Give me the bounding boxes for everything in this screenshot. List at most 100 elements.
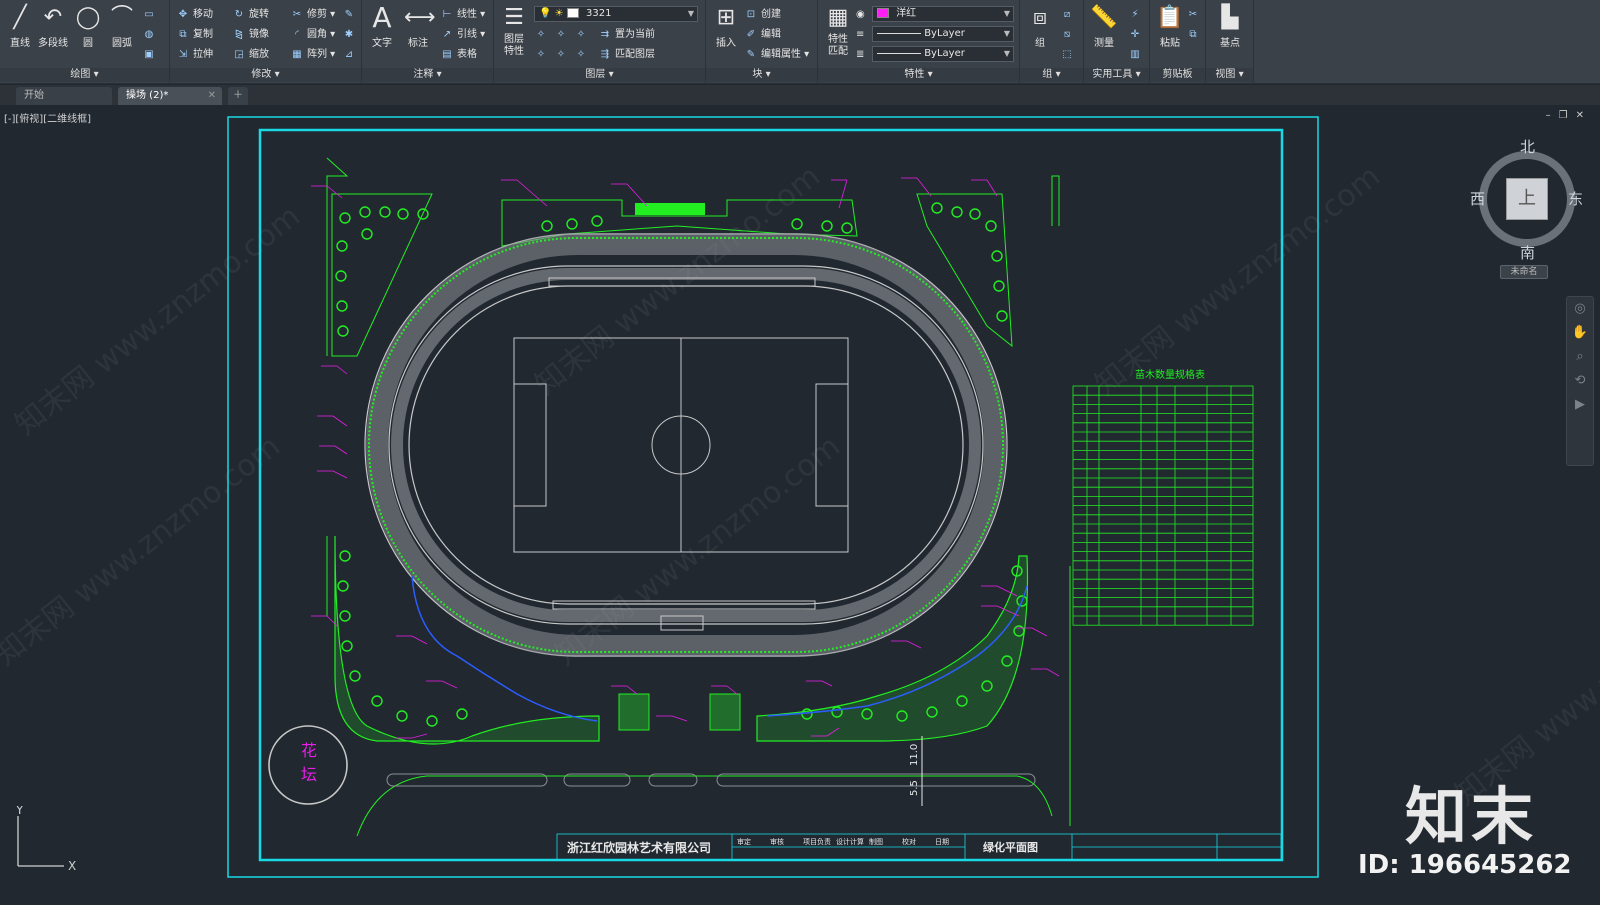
measure-button[interactable]: 📏 测量	[1086, 4, 1122, 60]
orbit-icon[interactable]: ⟲	[1567, 369, 1593, 393]
calculator-button[interactable]: ▥	[1128, 46, 1145, 64]
tree-symbol	[841, 222, 853, 234]
tree-symbol	[371, 695, 383, 707]
copy-clip-button[interactable]: ⧉	[1186, 26, 1203, 44]
line-button[interactable]: ╱ 直线	[2, 4, 38, 60]
compass-north[interactable]: 北	[1520, 136, 1535, 157]
scale-button[interactable]: ◲ 缩放	[232, 46, 269, 64]
layer-tool-2[interactable]: ✧	[554, 26, 571, 44]
groups-panel-title[interactable]: 组 ▾	[1020, 68, 1083, 82]
paste-button[interactable]: 📋 粘贴	[1152, 4, 1188, 60]
close-icon[interactable]: ✕	[1576, 110, 1592, 121]
arc-button[interactable]: ⌒ 圆弧	[104, 4, 140, 60]
fillet-button[interactable]: ◜ 圆角 ▾	[290, 26, 335, 44]
mirror-button[interactable]: ⧎ 镜像	[232, 26, 269, 44]
explode-button[interactable]: ✱	[342, 26, 359, 44]
compass-west[interactable]: 西	[1470, 188, 1485, 209]
layer-tool-3[interactable]: ✧	[574, 26, 591, 44]
insert-button[interactable]: ⊞ 插入	[708, 4, 744, 60]
drawing-viewport[interactable]: 知末网 www.znzmo.com 知末网 www.znzmo.com 知末网 …	[0, 106, 1600, 905]
south-grandstand	[552, 600, 816, 610]
steering-wheel-icon[interactable]: ◎	[1567, 297, 1593, 321]
edit-block-button[interactable]: ✐ 编辑	[744, 26, 781, 44]
array-button[interactable]: ▦ 阵列 ▾	[290, 46, 335, 64]
layer-tool-6[interactable]: ✧	[574, 46, 591, 64]
annotation-panel-title[interactable]: 注释 ▾	[362, 68, 493, 82]
viewport-window-controls[interactable]: –❐✕	[1546, 110, 1592, 121]
layer-properties-button[interactable]: ☰ 图层特性	[496, 4, 532, 60]
edit-attributes-button[interactable]: ✎ 编辑属性 ▾	[744, 46, 809, 64]
base-point-icon: ▙	[1221, 5, 1239, 30]
move-button[interactable]: ✥ 移动	[176, 6, 213, 24]
linetype-dropdown[interactable]: ByLayer ▼	[872, 26, 1014, 42]
minimize-icon[interactable]: –	[1546, 110, 1559, 121]
lineweight-dropdown[interactable]: ByLayer ▼	[872, 46, 1014, 62]
base-point-button[interactable]: ▙ 基点	[1212, 4, 1248, 60]
explode-icon: ✱	[344, 29, 354, 40]
zoom-icon[interactable]: ⌕	[1567, 345, 1593, 369]
dimension-button[interactable]: ⟷ 标注	[400, 4, 436, 60]
cut-button[interactable]: ✂	[1186, 6, 1203, 24]
layer-tool-1[interactable]: ✧	[534, 26, 551, 44]
point-icon: ✛	[1130, 29, 1140, 40]
group-select-button[interactable]: ⬚	[1060, 46, 1077, 64]
polyline-button[interactable]: ↶ 多段线	[36, 4, 70, 60]
stretch-button[interactable]: ⇲ 拉伸	[176, 46, 213, 64]
properties-panel-title[interactable]: 特性 ▾	[818, 68, 1019, 82]
scale-icon: ◲	[234, 49, 244, 60]
match-layer-button[interactable]: ⇶ 匹配图层	[598, 46, 655, 64]
tab-start[interactable]: 开始	[16, 87, 112, 105]
circle-label: 圆	[83, 38, 93, 49]
block-panel-title[interactable]: 块 ▾	[706, 68, 817, 82]
layer-tool-5[interactable]: ✧	[554, 46, 571, 64]
viewport-controls[interactable]: [-][俯视][二维线框]	[4, 110, 91, 125]
tab-drawing[interactable]: 操场 (2)* ✕	[118, 87, 222, 105]
trim-button[interactable]: ✂ 修剪 ▾	[290, 6, 335, 24]
layer-dropdown[interactable]: 💡 ☀ 3321 ▼	[534, 6, 698, 22]
viewcube-top-face[interactable]: 上	[1506, 178, 1548, 220]
clipboard-panel-title[interactable]: 剪贴板	[1150, 68, 1205, 82]
match-properties-button[interactable]: ▦ 特性匹配	[820, 4, 856, 60]
close-tab-icon[interactable]: ✕	[208, 87, 216, 105]
ucs-dropdown[interactable]: 未命名	[1500, 265, 1548, 279]
title-block-column-label: 制图	[869, 837, 883, 846]
showmotion-icon[interactable]: ▶	[1567, 393, 1593, 417]
view-panel-title[interactable]: 视图 ▾	[1206, 68, 1253, 82]
quick-select-button[interactable]: ⚡	[1128, 6, 1145, 24]
circle-button[interactable]: ◯ 圆	[70, 4, 106, 60]
plant-schedule-table	[1072, 385, 1254, 626]
compass-east[interactable]: 东	[1568, 188, 1583, 209]
table-button[interactable]: ▤ 表格	[440, 46, 477, 64]
region-button[interactable]: ▣	[142, 46, 159, 64]
pan-icon[interactable]: ✋	[1567, 321, 1593, 345]
leader-button[interactable]: ↗ 引线 ▾	[440, 26, 485, 44]
ungroup-button[interactable]: ⧄	[1060, 6, 1077, 24]
draw-panel-title[interactable]: 绘图 ▾	[0, 68, 169, 82]
erase-button[interactable]: ✎	[342, 6, 359, 24]
callout-leader	[336, 365, 348, 375]
utilities-panel-title[interactable]: 实用工具 ▾	[1084, 68, 1149, 82]
viewcube[interactable]: 北 南 西 东 上	[1464, 136, 1584, 262]
copy-button[interactable]: ⧉ 复制	[176, 26, 213, 44]
array-icon: ▦	[292, 49, 302, 60]
rectangle-button[interactable]: ▭	[142, 6, 159, 24]
callout-leader	[838, 179, 848, 209]
create-block-button[interactable]: ⊡ 创建	[744, 6, 781, 24]
text-button[interactable]: A 文字	[364, 4, 400, 60]
rotate-button[interactable]: ↻ 旋转	[232, 6, 269, 24]
linear-button[interactable]: ⊢ 线性 ▾	[440, 6, 486, 24]
linetype-sample	[877, 32, 921, 34]
layers-panel-title[interactable]: 图层 ▾	[494, 68, 705, 82]
offset-button[interactable]: ⊿	[342, 46, 359, 64]
modify-panel-title[interactable]: 修改 ▾	[170, 68, 361, 82]
color-dropdown[interactable]: 洋红 ▼	[872, 6, 1014, 22]
point-style-button[interactable]: ✛	[1128, 26, 1145, 44]
restore-icon[interactable]: ❐	[1559, 110, 1576, 121]
new-tab-button[interactable]: ＋	[228, 87, 248, 105]
layer-tool-4[interactable]: ✧	[534, 46, 551, 64]
set-current-button[interactable]: ⇉ 置为当前	[598, 26, 655, 44]
group-edit-button[interactable]: ⧅	[1060, 26, 1077, 44]
group-button[interactable]: ⧈ 组	[1022, 4, 1058, 60]
hatch-button[interactable]: ◍	[142, 26, 159, 44]
compass-south[interactable]: 南	[1520, 242, 1535, 263]
